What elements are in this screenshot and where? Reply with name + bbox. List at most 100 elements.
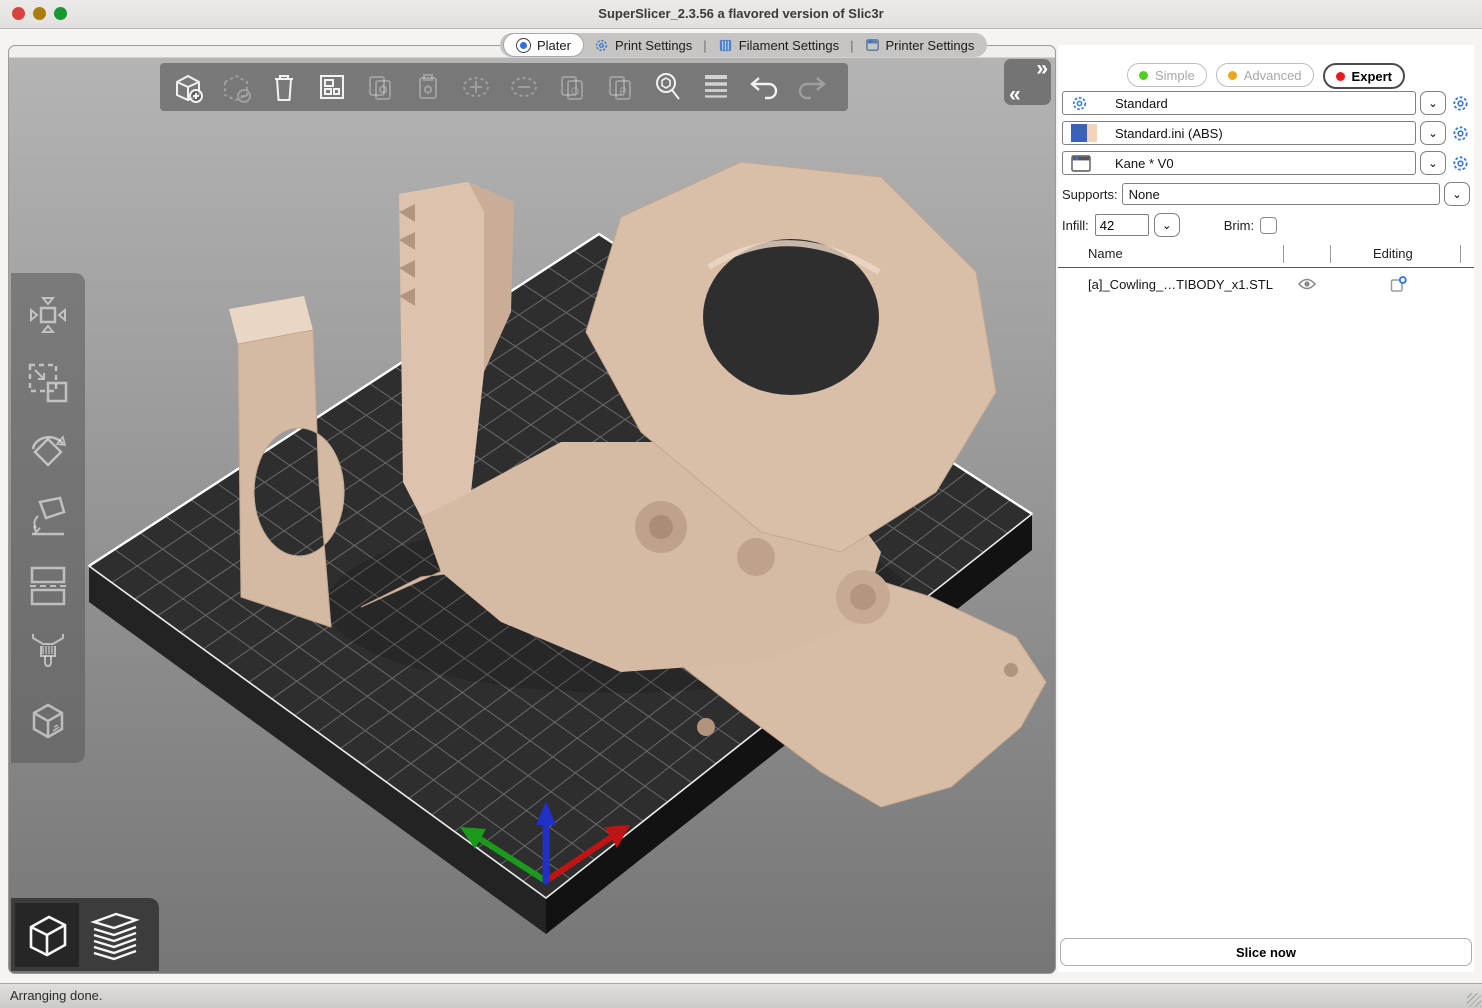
printer-preset-combobox[interactable]: Kane * V0: [1062, 151, 1416, 175]
brim-label: Brim:: [1224, 218, 1254, 233]
tab-filament-settings[interactable]: Filament Settings: [708, 34, 849, 56]
place-on-face-tool-button[interactable]: [19, 489, 77, 547]
advanced-mode-dot-icon: [1228, 71, 1237, 80]
plater-radio-icon: [516, 38, 531, 53]
mode-expert-button[interactable]: Expert: [1323, 63, 1405, 89]
plater-3d-viewport[interactable]: O P: [8, 45, 1056, 974]
seam-cube-icon: [24, 697, 72, 745]
filament-settings-gear-button[interactable]: [1450, 125, 1470, 142]
object-table-header: Name Editing: [1058, 244, 1474, 266]
tab-printer-settings[interactable]: Printer Settings: [855, 34, 985, 56]
add-object-button[interactable]: [166, 66, 210, 108]
filament-preset-row: Standard.ini (ABS) ⌄: [1062, 121, 1470, 145]
move-tool-button[interactable]: [19, 286, 77, 344]
redo-button: [790, 66, 834, 108]
mode-selector: Simple Advanced Expert: [1058, 63, 1474, 89]
gear-icon: [1452, 155, 1469, 172]
view-switcher: [11, 898, 159, 971]
mode-simple-button[interactable]: Simple: [1127, 63, 1207, 87]
trash-icon: [268, 70, 300, 104]
place-on-face-icon: [24, 494, 72, 542]
object-editing-button[interactable]: [1390, 276, 1407, 296]
seam-tool-button[interactable]: [19, 692, 77, 750]
delete-all-button[interactable]: [262, 66, 306, 108]
filament-preset-dropdown-button[interactable]: ⌄: [1420, 121, 1446, 145]
remove-object-icon: [219, 70, 253, 104]
remove-instance-icon: [507, 70, 541, 104]
object-list-row[interactable]: [a]_Cowling_…TIBODY_x1.STL: [1058, 273, 1474, 299]
cut-tool-button[interactable]: [19, 557, 77, 615]
gear-icon: [594, 38, 609, 53]
tab-plater[interactable]: Plater: [503, 33, 584, 57]
gear-icon: [1452, 125, 1469, 142]
sidebar-panel: Simple Advanced Expert Standard: [1058, 45, 1474, 972]
arrange-button[interactable]: [310, 66, 354, 108]
printer-icon: [1071, 155, 1105, 172]
name-column-header: Name: [1088, 246, 1123, 261]
chevrons-left-icon: «: [1009, 83, 1019, 107]
gizmo-toolbar: [11, 273, 85, 763]
printer-icon: [865, 38, 880, 53]
printer-settings-gear-button[interactable]: [1450, 155, 1470, 172]
simple-mode-dot-icon: [1139, 71, 1148, 80]
scale-icon: [24, 359, 72, 407]
infill-brim-row: Infill: ⌄ Brim:: [1062, 213, 1470, 237]
add-instance-icon: [459, 70, 493, 104]
filament-preset-combobox[interactable]: Standard.ini (ABS): [1062, 121, 1416, 145]
rotate-icon: [23, 425, 73, 475]
collapse-sidebar-button[interactable]: » «: [1004, 59, 1051, 105]
resize-grip[interactable]: [1467, 993, 1481, 1007]
editing-column-header: Editing: [1373, 246, 1413, 261]
redo-icon: [795, 72, 829, 102]
expert-mode-dot-icon: [1336, 72, 1345, 81]
undo-icon: [747, 72, 781, 102]
tab-print-settings[interactable]: Print Settings: [584, 34, 702, 56]
filament-color-swatch: [1071, 124, 1105, 142]
supports-label: Supports:: [1062, 187, 1118, 202]
print-preset-combobox[interactable]: Standard: [1062, 91, 1416, 115]
edit-layers-icon: [1390, 276, 1407, 293]
paint-brush-icon: [25, 628, 71, 678]
split-parts-button: P: [598, 66, 642, 108]
eye-icon: [1298, 277, 1316, 291]
status-bar: Arranging done.: [0, 983, 1482, 1008]
supports-dropdown-button[interactable]: ⌄: [1444, 182, 1470, 206]
object-visibility-button[interactable]: [1298, 277, 1316, 294]
infill-input[interactable]: [1095, 214, 1149, 236]
3d-editor-view-button[interactable]: [15, 903, 79, 967]
undo-button[interactable]: [742, 66, 786, 108]
copy-icon: [364, 71, 396, 103]
scale-tool-button[interactable]: [19, 354, 77, 412]
3d-view-icon: [21, 909, 73, 961]
rotate-tool-button[interactable]: [19, 421, 77, 479]
table-divider: [1058, 267, 1474, 268]
printer-preset-row: Kane * V0 ⌄: [1062, 151, 1470, 175]
infill-dropdown-button[interactable]: ⌄: [1154, 213, 1180, 237]
split-objects-icon: O: [556, 71, 588, 103]
paste-button: [406, 66, 450, 108]
print-settings-gear-button[interactable]: [1450, 95, 1470, 112]
object-name: [a]_Cowling_…TIBODY_x1.STL: [1088, 277, 1273, 292]
titlebar: SuperSlicer_2.3.56 a flavored version of…: [0, 0, 1482, 29]
search-button[interactable]: [646, 66, 690, 108]
arrange-icon: [316, 71, 348, 103]
split-parts-icon: P: [604, 71, 636, 103]
printer-preset-dropdown-button[interactable]: ⌄: [1420, 151, 1446, 175]
variable-layer-height-button[interactable]: [694, 66, 738, 108]
brim-checkbox[interactable]: [1260, 217, 1277, 234]
print-gear-icon: [1071, 95, 1105, 112]
paint-supports-tool-button[interactable]: [19, 624, 77, 682]
supports-combobox[interactable]: None: [1122, 183, 1440, 205]
remove-object-button: [214, 66, 258, 108]
cut-icon: [24, 562, 72, 610]
copy-button: [358, 66, 402, 108]
superslicer-window: SuperSlicer_2.3.56 a flavored version of…: [0, 0, 1482, 1008]
preview-view-button[interactable]: [83, 903, 147, 967]
scene-canvas[interactable]: [9, 57, 1055, 973]
mode-advanced-button[interactable]: Advanced: [1216, 63, 1314, 87]
paste-icon: [412, 71, 444, 103]
slice-now-button[interactable]: Slice now: [1060, 938, 1472, 966]
svg-text:O: O: [571, 86, 580, 98]
print-preset-dropdown-button[interactable]: ⌄: [1420, 91, 1446, 115]
add-object-icon: [171, 70, 205, 104]
